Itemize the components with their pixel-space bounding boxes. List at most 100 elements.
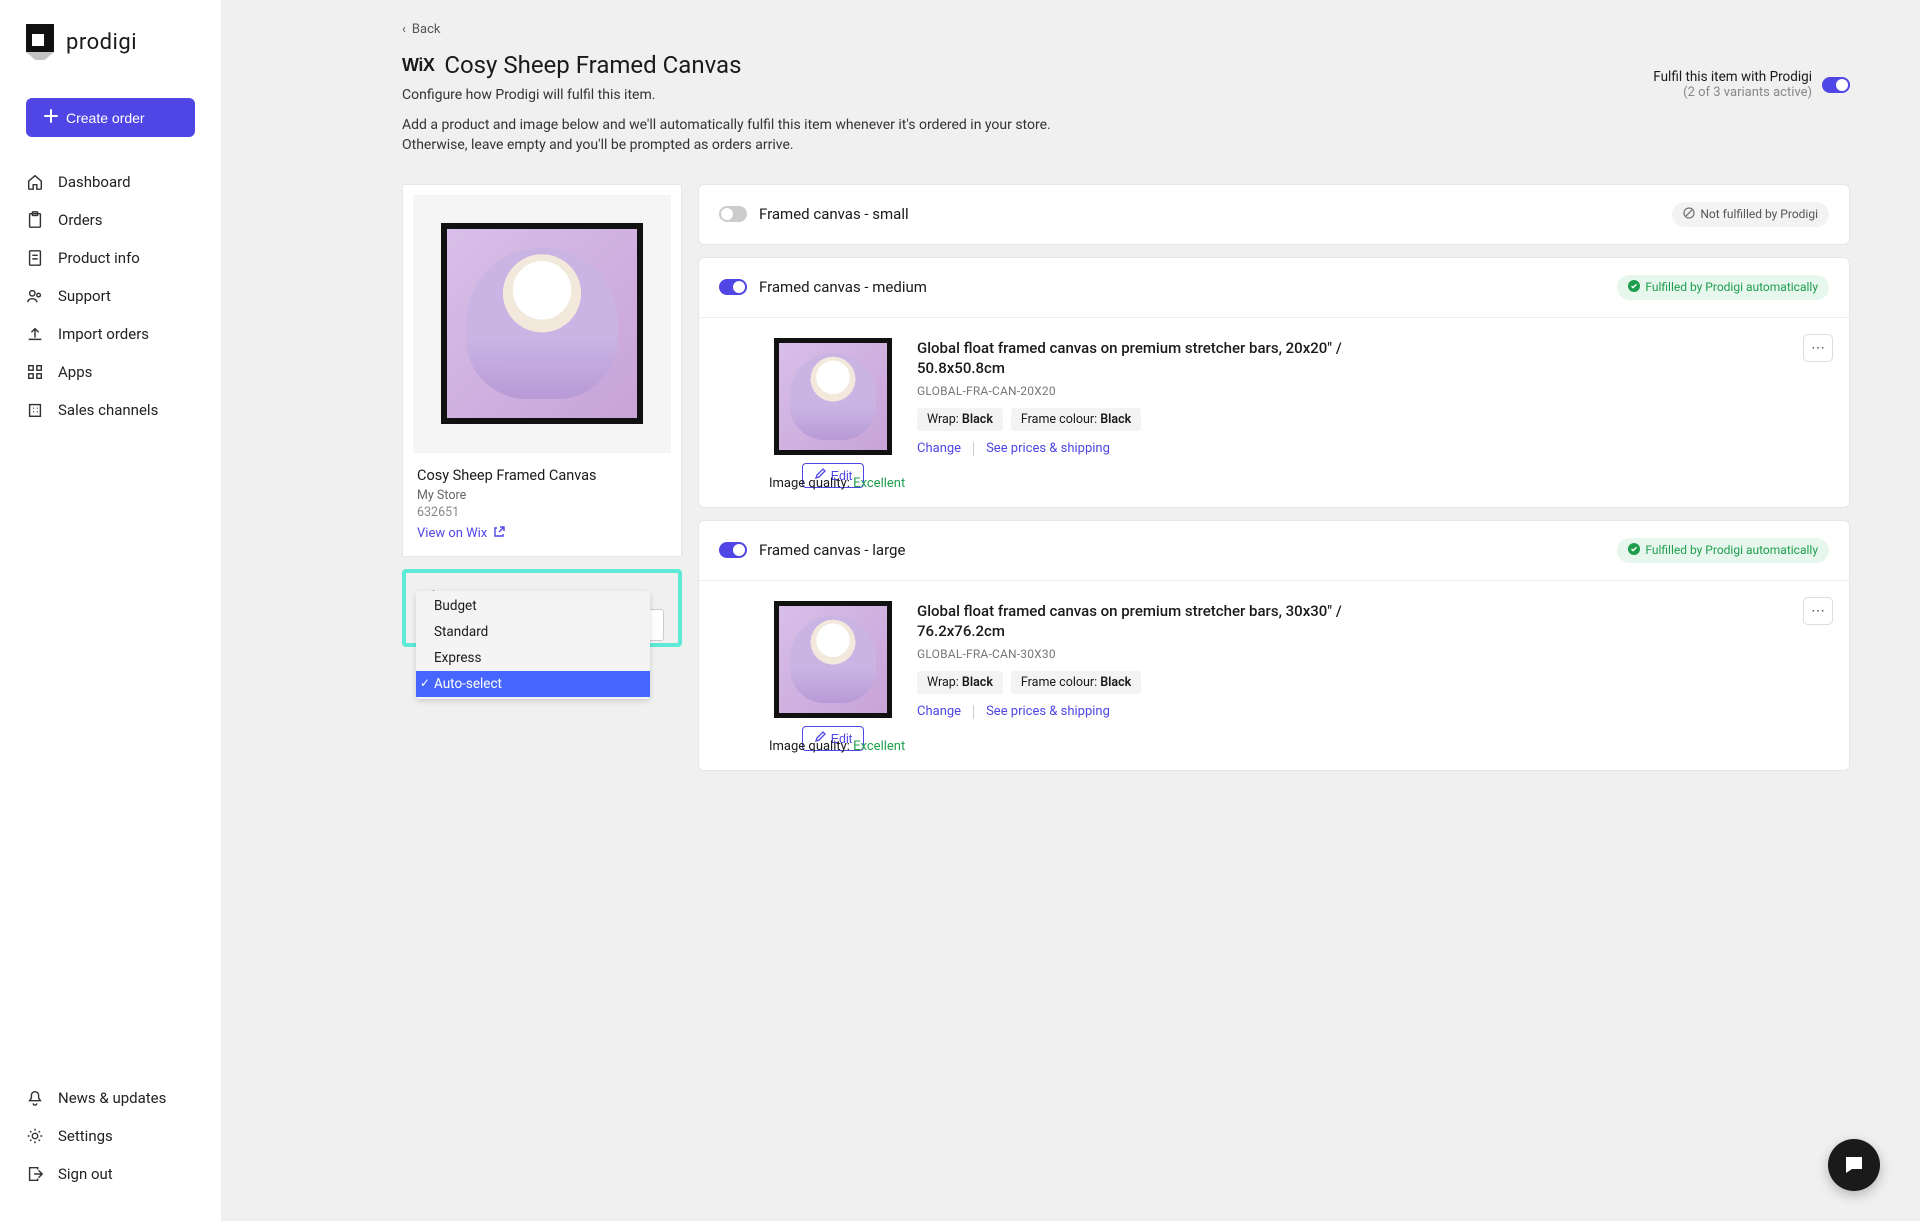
main: ‹ Back WiX Cosy Sheep Framed Canvas Conf… bbox=[222, 0, 1920, 1221]
variant-large-more-button[interactable]: ⋯ bbox=[1803, 597, 1833, 625]
description-line-2: Otherwise, leave empty and you'll be pro… bbox=[402, 135, 1051, 155]
grid-icon bbox=[26, 363, 44, 381]
nav-dashboard[interactable]: Dashboard bbox=[0, 163, 221, 201]
nav-product-info[interactable]: Product info bbox=[0, 239, 221, 277]
nav-sign-out[interactable]: Sign out bbox=[0, 1155, 221, 1193]
chat-icon bbox=[1842, 1153, 1866, 1177]
block-icon bbox=[1683, 207, 1695, 222]
bell-icon bbox=[26, 1089, 44, 1107]
create-order-label: Create order bbox=[66, 110, 145, 126]
variant-medium-thumb: Edit bbox=[769, 338, 897, 466]
badge-not-fulfilled: Not fulfilled by Prodigi bbox=[1672, 202, 1829, 227]
shipping-dropdown[interactable]: Budget Standard Express Auto-select bbox=[416, 591, 650, 699]
nav-sales-channels[interactable]: Sales channels bbox=[0, 391, 221, 429]
building-icon bbox=[26, 401, 44, 419]
product-id: 632651 bbox=[417, 505, 667, 520]
prices-link[interactable]: See prices & shipping bbox=[986, 441, 1110, 456]
nav-label: News & updates bbox=[58, 1089, 166, 1107]
content: Cosy Sheep Framed Canvas My Store 632651… bbox=[402, 184, 1850, 771]
chat-button[interactable] bbox=[1828, 1139, 1880, 1191]
nav-apps[interactable]: Apps bbox=[0, 353, 221, 391]
nav-label: Settings bbox=[58, 1127, 113, 1145]
badge-auto-fulfilled: Fulfilled by Prodigi automatically bbox=[1617, 538, 1829, 563]
description-line-1: Add a product and image below and we'll … bbox=[402, 115, 1051, 135]
nav-label: Product info bbox=[58, 249, 140, 267]
external-link-icon bbox=[493, 526, 505, 542]
nav-support[interactable]: Support bbox=[0, 277, 221, 315]
fulfil-toggle-block: Fulfil this item with Prodigi (2 of 3 va… bbox=[1653, 69, 1850, 100]
canvas-frame-icon bbox=[774, 338, 892, 456]
people-icon bbox=[26, 287, 44, 305]
separator bbox=[973, 705, 974, 719]
variant-medium-name: Framed canvas - medium bbox=[759, 278, 927, 296]
badge-auto-fulfilled: Fulfilled by Prodigi automatically bbox=[1617, 275, 1829, 300]
variant-large-thumb: Edit bbox=[769, 601, 897, 729]
badge-label: Fulfilled by Prodigi automatically bbox=[1645, 543, 1818, 557]
nav-settings[interactable]: Settings bbox=[0, 1117, 221, 1155]
nav-news[interactable]: News & updates bbox=[0, 1079, 221, 1117]
left-column: Cosy Sheep Framed Canvas My Store 632651… bbox=[402, 184, 682, 647]
right-column: Framed canvas - small Not fulfilled by P… bbox=[698, 184, 1850, 771]
chip-frame: Frame colour: Black bbox=[1011, 408, 1141, 431]
check-circle-icon bbox=[1628, 280, 1640, 295]
nav-primary: Dashboard Orders Product info Support Im… bbox=[0, 159, 221, 433]
platform-badge: WiX bbox=[402, 55, 434, 76]
shipping-option-standard[interactable]: Standard bbox=[416, 619, 650, 645]
sheep-art bbox=[466, 248, 617, 399]
variant-medium-toggle[interactable] bbox=[719, 279, 747, 295]
canvas-frame-icon bbox=[774, 601, 892, 719]
view-on-label: View on Wix bbox=[417, 526, 487, 541]
prices-link[interactable]: See prices & shipping bbox=[986, 704, 1110, 719]
chip-wrap: Wrap: Black bbox=[917, 408, 1003, 431]
change-link[interactable]: Change bbox=[917, 704, 961, 719]
nav-orders[interactable]: Orders bbox=[0, 201, 221, 239]
product-image bbox=[413, 195, 671, 453]
product-name: Cosy Sheep Framed Canvas bbox=[417, 467, 667, 484]
subtitle: Configure how Prodigi will fulfil this i… bbox=[402, 87, 1051, 103]
nav-label: Dashboard bbox=[58, 173, 131, 191]
shipping-option-auto-select[interactable]: Auto-select bbox=[416, 671, 650, 697]
back-label: Back bbox=[412, 22, 441, 37]
variant-medium-more-button[interactable]: ⋯ bbox=[1803, 334, 1833, 362]
tag-icon bbox=[26, 249, 44, 267]
nav-label: Sales channels bbox=[58, 401, 158, 419]
header: WiX Cosy Sheep Framed Canvas Configure h… bbox=[402, 51, 1850, 156]
plus-icon bbox=[44, 109, 58, 126]
variant-large-title: Global float framed canvas on premium st… bbox=[917, 601, 1347, 642]
nav-label: Apps bbox=[58, 363, 92, 381]
logo: prodigi bbox=[0, 24, 221, 80]
variant-small-name: Framed canvas - small bbox=[759, 205, 909, 223]
variant-large-toggle[interactable] bbox=[719, 542, 747, 558]
product-store: My Store bbox=[417, 488, 667, 503]
page-title: Cosy Sheep Framed Canvas bbox=[444, 51, 741, 79]
badge-label: Fulfilled by Prodigi automatically bbox=[1645, 280, 1818, 294]
create-order-button[interactable]: Create order bbox=[26, 98, 195, 137]
view-on-wix-link[interactable]: View on Wix bbox=[417, 526, 667, 542]
shipping-card: Shipping Budget Standard Express Auto-se… bbox=[402, 569, 682, 647]
variant-medium-title: Global float framed canvas on premium st… bbox=[917, 338, 1347, 379]
title-block: WiX Cosy Sheep Framed Canvas Configure h… bbox=[402, 51, 1051, 156]
nav-label: Orders bbox=[58, 211, 103, 229]
nav-label: Import orders bbox=[58, 325, 149, 343]
variant-large-name: Framed canvas - large bbox=[759, 541, 905, 559]
change-link[interactable]: Change bbox=[917, 441, 961, 456]
image-quality: Image quality: Excellent bbox=[769, 476, 1347, 491]
signout-icon bbox=[26, 1165, 44, 1183]
fulfil-toggle[interactable] bbox=[1822, 77, 1850, 93]
variant-small: Framed canvas - small Not fulfilled by P… bbox=[698, 184, 1850, 245]
variant-large-sku: GLOBAL-FRA-CAN-30X30 bbox=[917, 647, 1347, 661]
variant-large: Framed canvas - large Fulfilled by Prodi… bbox=[698, 520, 1850, 771]
home-icon bbox=[26, 173, 44, 191]
variant-medium: Framed canvas - medium Fulfilled by Prod… bbox=[698, 257, 1850, 508]
back-button[interactable]: ‹ Back bbox=[402, 22, 1850, 37]
variant-small-toggle[interactable] bbox=[719, 206, 747, 222]
shipping-option-express[interactable]: Express bbox=[416, 645, 650, 671]
chevron-left-icon: ‹ bbox=[402, 22, 406, 37]
logo-text: prodigi bbox=[66, 30, 137, 55]
nav-import-orders[interactable]: Import orders bbox=[0, 315, 221, 353]
shipping-option-budget[interactable]: Budget bbox=[416, 593, 650, 619]
image-quality: Image quality: Excellent bbox=[769, 739, 1347, 754]
product-card: Cosy Sheep Framed Canvas My Store 632651… bbox=[402, 184, 682, 557]
canvas-frame-icon bbox=[441, 223, 642, 424]
upload-icon bbox=[26, 325, 44, 343]
